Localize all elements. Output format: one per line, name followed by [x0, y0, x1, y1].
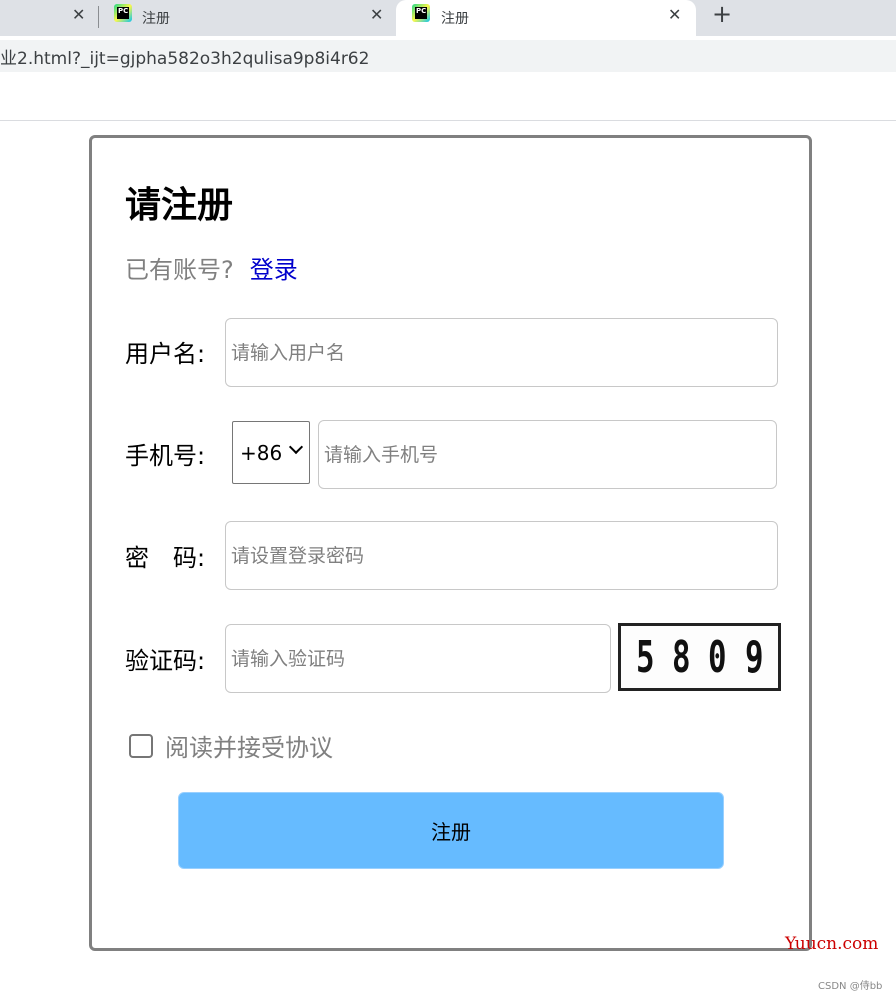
captcha-digit: 5 [635, 631, 655, 683]
have-account-text: 已有账号? [125, 256, 234, 284]
agree-text: 阅读并接受协议 [165, 734, 333, 762]
tab-register-1[interactable]: PC 注册 ✕ [100, 0, 394, 36]
url-text: 业2.html?_ijt=gjpha582o3h2qulisa9p8i4r62 [0, 48, 370, 69]
site-watermark: Yuucn.com [785, 934, 879, 954]
country-code-select[interactable]: +86 [232, 421, 310, 484]
tab-separator [98, 6, 99, 28]
chevron-down-icon [288, 439, 304, 455]
password-label: 密 码: [125, 544, 206, 572]
username-input[interactable] [225, 318, 778, 387]
tab-title: 注册 [441, 11, 469, 27]
country-code-value: +86 [240, 440, 283, 465]
captcha-image[interactable]: 5 8 0 9 [618, 623, 781, 691]
browser-tabstrip: ✕ PC 注册 ✕ PC 注册 ✕ + [0, 0, 896, 36]
login-link[interactable]: 登录 [250, 256, 298, 284]
captcha-digit: 0 [708, 631, 727, 683]
login-prompt: 已有账号? 登录 [125, 250, 298, 285]
password-input[interactable] [225, 521, 778, 590]
tab-previous[interactable]: ✕ [0, 0, 98, 36]
csdn-watermark: CSDN @侍bb [818, 981, 883, 992]
phone-label: 手机号: [125, 442, 206, 470]
pycharm-icon: PC [412, 4, 430, 22]
captcha-digit: 8 [672, 631, 691, 683]
captcha-label: 验证码: [125, 647, 206, 675]
toolbar-divider [0, 120, 896, 121]
close-icon[interactable]: ✕ [72, 7, 85, 23]
captcha-digit: 9 [744, 631, 764, 683]
close-icon[interactable]: ✕ [370, 7, 383, 23]
register-button[interactable]: 注册 [178, 792, 724, 869]
page-title: 请注册 [125, 185, 234, 226]
agree-checkbox[interactable] [129, 733, 153, 758]
phone-input[interactable] [318, 420, 777, 489]
register-card: 请注册 已有账号? 登录 用户名: 手机号: +86 密 码: 验证码: 5 8 … [89, 135, 812, 951]
tab-title: 注册 [142, 11, 170, 27]
close-icon[interactable]: ✕ [668, 7, 681, 23]
new-tab-icon[interactable]: + [712, 2, 732, 26]
agree-row[interactable]: 阅读并接受协议 [129, 728, 333, 763]
username-label: 用户名: [125, 340, 206, 368]
pycharm-icon: PC [114, 4, 132, 22]
address-bar-row: 业2.html?_ijt=gjpha582o3h2qulisa9p8i4r62 [0, 36, 896, 76]
address-bar[interactable]: 业2.html?_ijt=gjpha582o3h2qulisa9p8i4r62 [0, 40, 896, 72]
tab-register-active[interactable]: PC 注册 ✕ [396, 0, 696, 36]
captcha-input[interactable] [225, 624, 611, 693]
